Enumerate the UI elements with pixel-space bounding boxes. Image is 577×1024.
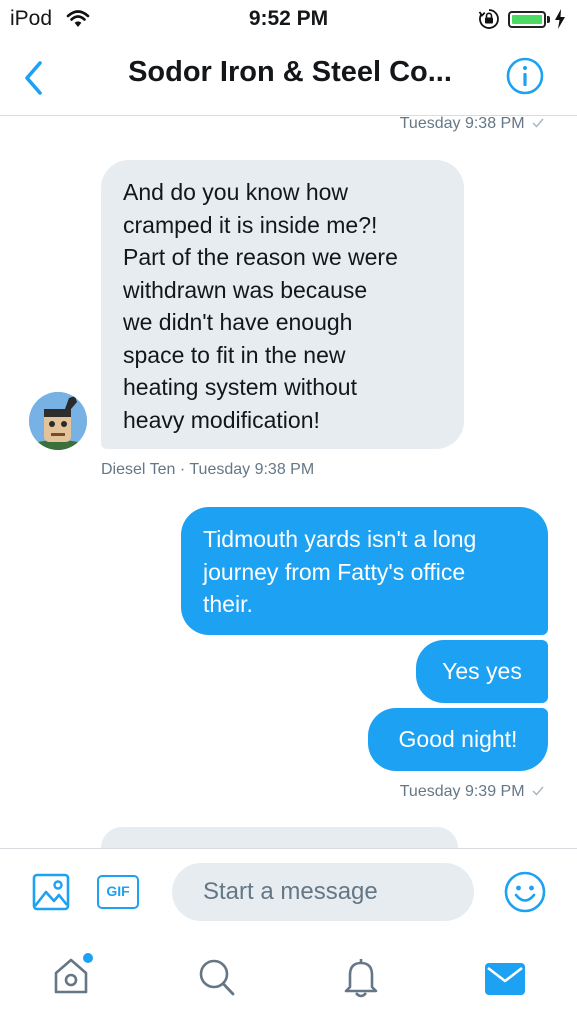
message-line: And do you know how — [123, 179, 349, 205]
status-bar: iPod 9:52 PM — [0, 0, 577, 38]
search-icon[interactable] — [197, 956, 237, 1003]
sent-message-bubble[interactable]: Yes yes — [416, 640, 548, 703]
received-message-bubble-partial[interactable] — [101, 827, 458, 848]
timestamp-text: Tuesday 9:39 PM — [399, 783, 525, 800]
message-line: withdrawn was because — [123, 276, 368, 303]
meta-separator: · — [179, 461, 190, 478]
message-line: space to fit in the new — [123, 341, 346, 368]
sender-meta: Diesel Ten · Tuesday 9:38 PM — [101, 461, 314, 479]
sender-time: Tuesday 9:38 PM — [189, 461, 315, 478]
notification-dot — [83, 953, 93, 963]
received-message-bubble[interactable]: And do you know how cramped it is inside… — [101, 160, 464, 449]
emoji-icon[interactable] — [503, 870, 547, 919]
message-timestamp: Tuesday 9:38 PM — [400, 115, 544, 133]
info-icon[interactable] — [506, 57, 544, 95]
message-text: Good night! — [398, 726, 518, 752]
gif-button[interactable]: GIF — [97, 875, 139, 909]
sent-check-icon — [532, 786, 544, 796]
tab-bar — [0, 936, 577, 1024]
message-line: we didn't have enough — [123, 309, 353, 335]
conversation-header: Sodor Iron & Steel Co... — [0, 38, 577, 116]
message-composer: GIF — [0, 848, 577, 936]
messages-icon[interactable] — [484, 962, 526, 1001]
notifications-icon[interactable] — [342, 956, 380, 1003]
message-line: Part of the reason we were — [123, 244, 398, 270]
back-chevron-icon[interactable] — [20, 58, 50, 98]
image-icon[interactable] — [32, 873, 70, 916]
message-input[interactable] — [172, 863, 474, 921]
charging-icon — [554, 9, 566, 34]
sent-message-bubble[interactable]: Tidmouth yards isn't a long journey from… — [181, 507, 548, 635]
battery-icon — [508, 11, 546, 28]
sent-check-icon — [532, 118, 544, 128]
message-line: cramped it is inside me?! — [123, 211, 378, 238]
rotation-lock-icon — [478, 8, 500, 35]
message-line: heavy modification! — [123, 406, 320, 433]
battery-tip — [547, 16, 550, 23]
avatar[interactable] — [29, 392, 87, 450]
message-line: their. — [203, 591, 253, 617]
message-line: heating system without — [123, 374, 357, 400]
message-timestamp: Tuesday 9:39 PM — [400, 783, 544, 801]
sent-message-bubble[interactable]: Good night! — [368, 708, 548, 771]
sender-name[interactable]: Diesel Ten — [101, 461, 175, 478]
message-line: Tidmouth yards isn't a long — [203, 526, 477, 552]
message-text: Yes yes — [442, 658, 522, 684]
message-line: journey from Fatty's office — [203, 558, 466, 585]
timestamp-text: Tuesday 9:38 PM — [399, 115, 525, 132]
conversation-title[interactable]: Sodor Iron & Steel Co... — [100, 56, 480, 89]
home-icon[interactable] — [52, 956, 90, 1001]
